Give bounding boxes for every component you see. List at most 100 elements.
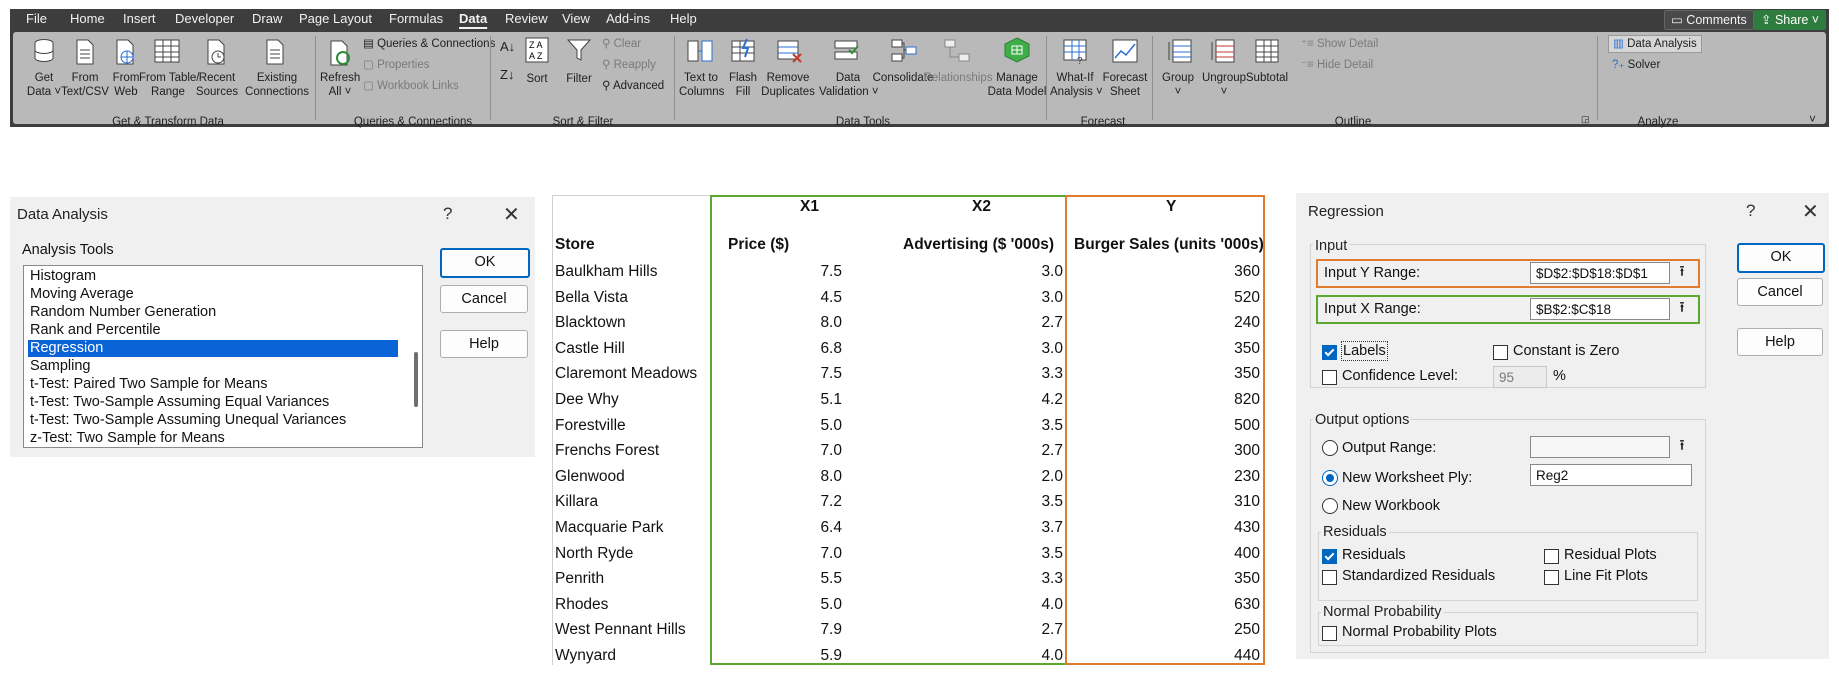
input-section-label: Input [1313,238,1350,254]
advanced-filter-button[interactable]: ⚲ Advanced [602,79,664,93]
reapply-icon: ⚲ [602,59,614,71]
connections-file-icon [266,39,284,65]
tab-draw[interactable]: Draw [252,11,282,26]
list-item[interactable]: Rank and Percentile [28,322,398,339]
outline-dialog-launcher-icon[interactable]: ◲ [1581,112,1590,126]
list-item[interactable]: Sampling [28,358,398,375]
help-button[interactable]: Help [1737,328,1823,356]
cancel-button[interactable]: Cancel [440,285,528,313]
scrollbar-thumb[interactable] [414,352,418,407]
new-worksheet-ply-radio[interactable] [1322,470,1338,486]
list-item-selected[interactable]: Regression [28,340,398,357]
ok-button[interactable]: OK [1737,243,1825,273]
group-label: Outline [1334,116,1372,128]
show-detail-button[interactable]: ⁺≡ Show Detail [1301,37,1378,51]
group-separator [674,36,675,120]
list-item[interactable]: t-Test: Two-Sample Assuming Equal Varian… [28,394,398,411]
cancel-button[interactable]: Cancel [1737,278,1823,306]
clock-file-icon [207,39,225,65]
list-scrollbar[interactable] [412,268,420,444]
tab-home[interactable]: Home [70,11,105,26]
new-worksheet-ply-label[interactable]: New Worksheet Ply: [1342,469,1472,487]
help-button[interactable]: Help [440,330,528,358]
group-label: Analyze [1637,116,1679,128]
help-icon[interactable]: ? [1746,201,1755,221]
remove-duplicates-icon [777,40,802,63]
workbook-links-button[interactable]: ▢ Workbook Links [363,79,459,93]
tab-help[interactable]: Help [670,11,697,26]
ok-button[interactable]: OK [440,248,530,278]
properties-button[interactable]: ▢ Properties [363,58,429,72]
residual-plots-label[interactable]: Residual Plots [1564,546,1657,564]
funnel-icon [567,39,591,61]
tab-page-layout[interactable]: Page Layout [299,11,372,26]
residual-plots-checkbox[interactable] [1544,549,1559,564]
list-item[interactable]: z-Test: Two Sample for Means [28,430,398,447]
residuals-label[interactable]: Residuals [1342,546,1406,564]
input-y-range-field[interactable]: $D$2:$D$18:$D$1 [1530,262,1670,284]
text-file-icon [76,39,94,65]
tab-data[interactable]: Data [459,11,487,26]
queries-connections-button[interactable]: ▤ Queries & Connections [363,37,495,51]
list-item[interactable]: Moving Average [28,286,398,303]
share-button[interactable]: ⇪ Share ˅ [1754,10,1827,30]
hide-detail-button[interactable]: ⁻≡ Hide Detail [1301,58,1373,72]
group-separator [490,36,491,120]
new-worksheet-ply-field[interactable]: Reg2 [1530,464,1692,486]
normal-probability-plots-checkbox[interactable] [1322,626,1337,641]
confidence-level-field[interactable]: 95 [1493,366,1547,388]
group-rows-icon [1168,39,1192,63]
labels-checkbox[interactable] [1322,345,1337,360]
constant-zero-checkbox[interactable] [1493,345,1508,360]
normal-probability-plots-label[interactable]: Normal Probability Plots [1342,623,1497,641]
svg-text:A Z: A Z [529,51,543,61]
y-range-highlight [1065,195,1265,665]
data-analysis-button[interactable]: ▥ Data Analysis [1608,35,1702,53]
range-select-icon[interactable]: ⭱ [1671,298,1693,320]
reapply-button[interactable]: ⚲ Reapply [602,58,656,72]
output-range-label[interactable]: Output Range: [1342,439,1436,457]
list-item[interactable]: t-Test: Paired Two Sample for Means [28,376,398,393]
help-icon[interactable]: ? [443,204,452,224]
close-icon[interactable]: ✕ [503,202,520,227]
tab-developer[interactable]: Developer [175,11,234,26]
clear-filter-button[interactable]: ⚲ Clear [602,37,641,51]
output-section-label: Output options [1313,412,1412,428]
tab-file[interactable]: File [26,11,47,26]
standardized-residuals-label[interactable]: Standardized Residuals [1342,567,1495,585]
text-to-columns-icon [687,40,713,62]
tab-insert[interactable]: Insert [123,11,156,26]
analysis-tools-list[interactable]: Histogram Moving Average Random Number G… [23,265,423,448]
new-workbook-radio[interactable] [1322,498,1338,514]
cell-border [552,195,553,665]
tab-formulas[interactable]: Formulas [389,11,443,26]
standardized-residuals-checkbox[interactable] [1322,570,1337,585]
constant-zero-label[interactable]: Constant is Zero [1513,342,1619,360]
dialog-title: Data Analysis [17,206,108,223]
list-item[interactable]: t-Test: Two-Sample Assuming Unequal Vari… [28,412,398,429]
tab-view[interactable]: View [562,11,590,26]
output-range-field[interactable] [1530,436,1670,458]
line-fit-plots-checkbox[interactable] [1544,570,1559,585]
input-x-range-field[interactable]: $B$2:$C$18 [1530,298,1670,320]
tab-add-ins[interactable]: Add-ins [606,11,650,26]
range-select-icon[interactable]: ⭱ [1671,262,1693,284]
list-item[interactable]: Random Number Generation [28,304,398,321]
solver-button[interactable]: ?₊ Solver [1612,58,1660,72]
line-fit-plots-label[interactable]: Line Fit Plots [1564,567,1648,585]
confidence-level-label[interactable]: Confidence Level: [1342,367,1458,385]
close-icon[interactable]: ✕ [1802,199,1819,224]
residuals-checkbox[interactable] [1322,549,1337,564]
ribbon-tab-bar: File Home Insert Developer Draw Page Lay… [10,9,1829,30]
labels-label[interactable]: Labels [1341,341,1388,361]
confidence-level-checkbox[interactable] [1322,370,1337,385]
sort-ascending-icon[interactable]: A↓ Z↓ [500,40,515,82]
list-item[interactable]: Histogram [28,268,398,285]
output-range-radio[interactable] [1322,440,1338,456]
range-select-icon[interactable]: ⭱ [1671,436,1693,458]
table-icon [154,39,180,63]
collapse-ribbon-icon[interactable]: ˅ [1809,112,1816,126]
comments-button[interactable]: ▭ Comments [1664,10,1754,30]
tab-review[interactable]: Review [505,11,548,26]
new-workbook-label[interactable]: New Workbook [1342,497,1440,515]
